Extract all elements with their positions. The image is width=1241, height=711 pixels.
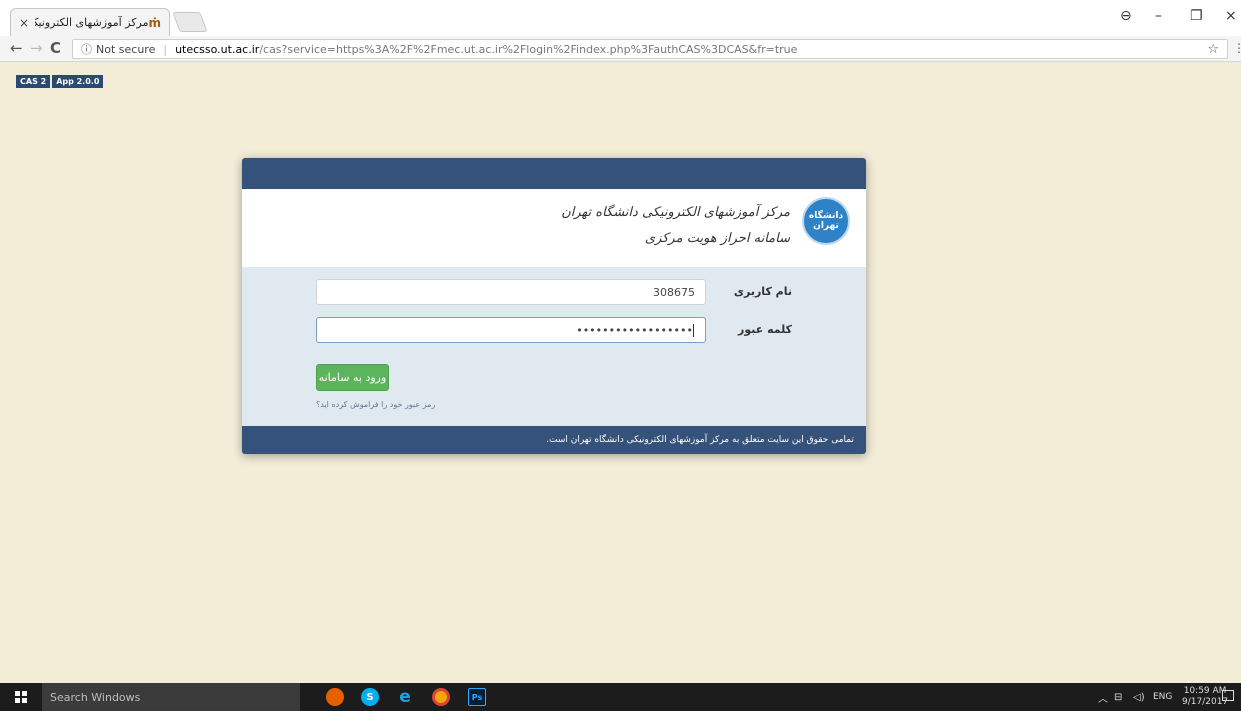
url-host: utecsso.ut.ac.ir: [175, 42, 260, 56]
security-label: Not secure: [96, 42, 156, 56]
forward-button[interactable]: →: [30, 39, 43, 57]
windows-logo-icon: [15, 691, 27, 703]
internet-explorer-icon[interactable]: e: [396, 687, 414, 707]
skype-icon[interactable]: S: [361, 688, 379, 706]
firefox-icon[interactable]: [326, 688, 344, 706]
language-indicator[interactable]: ENG: [1153, 683, 1172, 711]
menu-more-icon[interactable]: ⋮: [1233, 41, 1241, 55]
account-icon[interactable]: ⊖: [1120, 8, 1132, 24]
restore-icon[interactable]: ❐: [1190, 8, 1203, 24]
card-footer: تمامی حقوق این سایت متعلق به مرکز آموزشه…: [242, 426, 866, 454]
network-icon[interactable]: ⊟: [1114, 683, 1122, 711]
address-bar[interactable]: ⓘ Not secure | utecsso.ut.ac.ir /cas?ser…: [72, 39, 1228, 59]
version-badges: CAS 2 App 2.0.0: [16, 75, 105, 88]
new-tab-button[interactable]: [172, 12, 208, 32]
login-card: دانشگاه تهران مرکز آموزشهای الکترونیکی د…: [242, 158, 866, 454]
url-path: /cas?service=https%3A%2F%2Fmec.ut.ac.ir%…: [259, 42, 798, 56]
password-label: کلمه عبور: [738, 323, 792, 336]
login-button[interactable]: ورود به سامانه: [316, 364, 389, 391]
username-label: نام کاربری: [733, 285, 792, 298]
browser-tab[interactable]: × مرکز آموزشهای الکترونیک ṁ: [10, 8, 170, 36]
photoshop-icon[interactable]: Ps: [468, 688, 486, 706]
header-title: مرکز آموزشهای الکترونیکی دانشگاه تهران: [561, 205, 790, 220]
card-top-bar: [242, 158, 866, 189]
username-field[interactable]: 308675: [316, 279, 706, 305]
badge-cas: CAS 2: [16, 75, 51, 88]
ut-favicon-icon: ṁ: [148, 15, 161, 30]
password-field[interactable]: ••••••••••••••••••: [316, 317, 706, 343]
tray-chevron-icon[interactable]: ︿: [1098, 683, 1108, 711]
tab-title: مرکز آموزشهای الکترونیک: [35, 16, 149, 29]
password-value: ••••••••••••••••••: [576, 323, 693, 337]
copyright-text: تمامی حقوق این سایت متعلق به مرکز آموزشه…: [546, 435, 854, 445]
forgot-password-link[interactable]: رمز عبور خود را فراموش کرده اید؟: [316, 400, 435, 409]
reload-button[interactable]: C: [50, 39, 61, 57]
chrome-icon[interactable]: [432, 688, 450, 706]
tab-close-button[interactable]: ×: [19, 16, 29, 30]
close-window-button[interactable]: ×: [1225, 8, 1237, 24]
tab-strip: × مرکز آموزشهای الکترونیک ṁ ⊖ – ❐ ×: [0, 0, 1241, 36]
badge-app-version: App 2.0.0: [52, 75, 104, 88]
university-seal-icon: دانشگاه تهران: [802, 197, 850, 245]
header-subtitle: سامانه احراز هویت مرکزی: [644, 231, 790, 246]
taskbar-search[interactable]: Search Windows: [42, 683, 300, 711]
browser-chrome: × مرکز آموزشهای الکترونیک ṁ ⊖ – ❐ × ← → …: [0, 0, 1241, 62]
back-button[interactable]: ←: [10, 39, 23, 57]
minimize-button[interactable]: –: [1155, 8, 1162, 24]
url-divider: |: [163, 42, 168, 56]
volume-icon[interactable]: ◁): [1133, 683, 1145, 711]
bookmark-star-icon[interactable]: ☆: [1207, 42, 1219, 57]
taskbar: Search Windows S e Ps ︿ ⊟ ◁) ENG 10:59 A…: [0, 683, 1241, 711]
info-icon[interactable]: ⓘ: [81, 41, 92, 57]
text-cursor: [693, 323, 694, 337]
action-center-icon[interactable]: [1222, 690, 1234, 701]
username-value: 308675: [653, 285, 695, 299]
card-header: دانشگاه تهران مرکز آموزشهای الکترونیکی د…: [242, 189, 866, 267]
browser-toolbar: ← → C ⓘ Not secure | utecsso.ut.ac.ir /c…: [0, 36, 1241, 62]
start-button[interactable]: [0, 683, 42, 711]
